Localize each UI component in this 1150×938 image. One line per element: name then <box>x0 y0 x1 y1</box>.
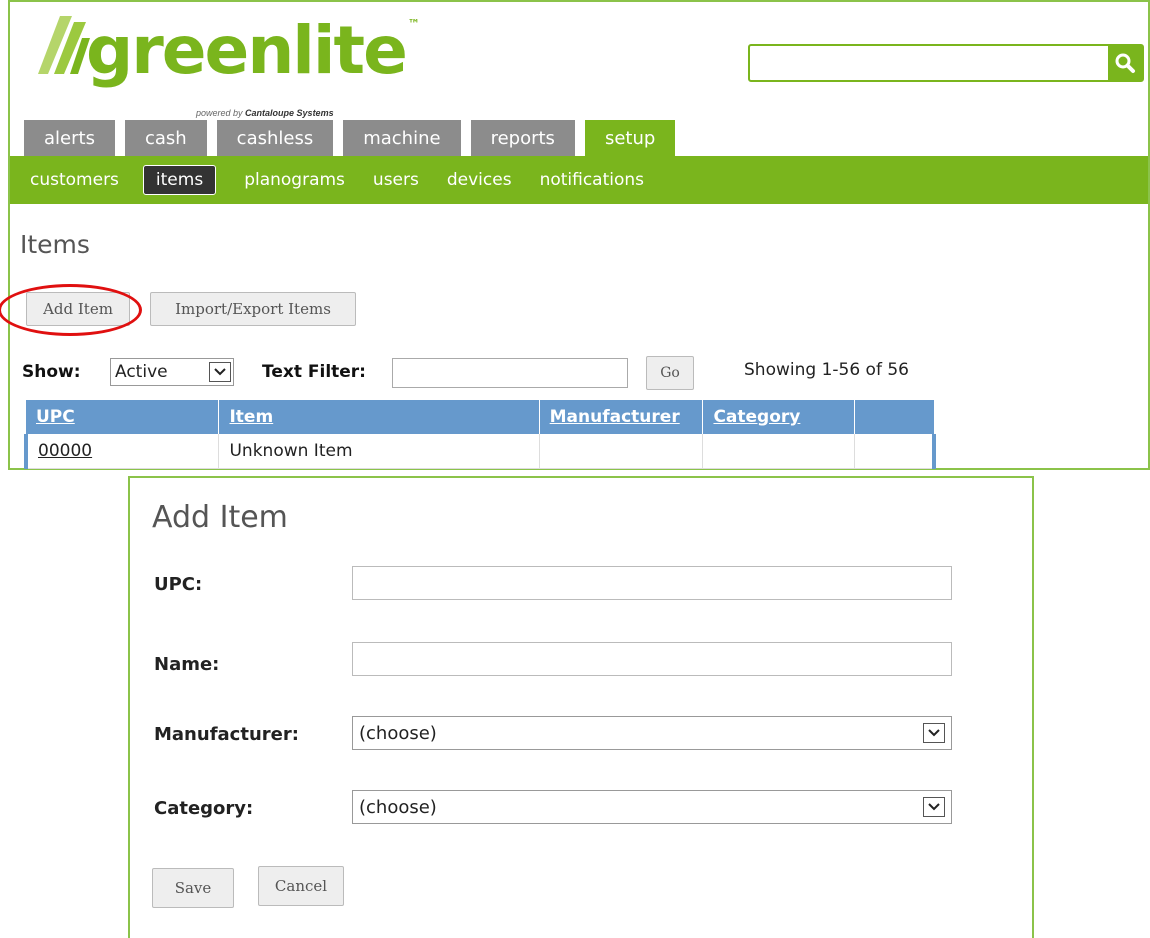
tab-cash[interactable]: cash <box>124 120 207 156</box>
category-select-value: (choose) <box>359 796 437 818</box>
cell-extra <box>854 434 937 469</box>
name-label: Name: <box>154 654 220 675</box>
show-select-value: Active <box>115 362 168 382</box>
col-item[interactable]: Item <box>218 400 540 434</box>
text-filter-label: Text Filter: <box>262 362 366 382</box>
logo-leaf-icon <box>38 16 90 74</box>
tab-machine[interactable]: machine <box>343 120 461 156</box>
col-manufacturer[interactable]: Manufacturer <box>539 400 704 434</box>
subnav-notifications[interactable]: notifications <box>540 165 644 195</box>
logo-trademark: ™ <box>407 17 420 31</box>
add-item-dialog: Add Item UPC: Name: Manufacturer: (choos… <box>128 476 1034 938</box>
manufacturer-select-value: (choose) <box>359 722 437 744</box>
table-row: 00000 Unknown Item <box>24 434 937 469</box>
search-icon <box>1115 53 1135 73</box>
subnav-devices[interactable]: devices <box>447 165 512 195</box>
tab-cashless[interactable]: cashless <box>216 120 334 156</box>
manufacturer-select[interactable]: (choose) <box>352 716 952 750</box>
tab-alerts[interactable]: alerts <box>24 120 115 156</box>
logo-tagline: powered by Cantaloupe Systems <box>196 108 334 118</box>
subnav-planograms[interactable]: planograms <box>244 165 345 195</box>
col-upc[interactable]: UPC <box>26 400 220 434</box>
category-select[interactable]: (choose) <box>352 790 952 824</box>
setup-sub-nav: customers items planograms users devices… <box>10 156 1148 204</box>
items-table: UPC Item Manufacturer Category 00000 Unk… <box>24 400 937 469</box>
chevron-down-icon <box>209 362 231 382</box>
chevron-down-icon <box>923 797 945 817</box>
cell-item: Unknown Item <box>218 434 540 469</box>
logo-name: greenlite <box>86 12 408 89</box>
show-label: Show: <box>22 362 81 382</box>
chevron-down-icon <box>923 723 945 743</box>
cell-category <box>702 434 856 469</box>
dialog-title: Add Item <box>152 500 288 535</box>
manufacturer-label: Manufacturer: <box>154 724 299 745</box>
highlight-circle <box>0 284 142 336</box>
subnav-customers[interactable]: customers <box>30 165 119 195</box>
show-select[interactable]: Active <box>110 358 234 386</box>
save-button[interactable]: Save <box>152 868 234 908</box>
cell-manufacturer <box>539 434 704 469</box>
upc-field[interactable] <box>352 566 952 600</box>
main-tabs: alerts cash cashless machine reports set… <box>24 120 685 156</box>
search-button[interactable] <box>1108 46 1142 80</box>
text-filter-input[interactable] <box>392 358 628 388</box>
tab-setup[interactable]: setup <box>584 120 676 156</box>
subnav-users[interactable]: users <box>373 165 419 195</box>
category-label: Category: <box>154 798 254 819</box>
page-title: Items <box>20 230 90 259</box>
upc-link[interactable]: 00000 <box>38 441 92 461</box>
logo-wordmark: greenlite ™ <box>86 18 420 84</box>
search-box <box>748 44 1144 82</box>
subnav-items[interactable]: items <box>142 165 217 195</box>
greenlite-logo[interactable]: greenlite ™ powered by Cantaloupe Systems <box>30 10 420 120</box>
logo-tagline-brand: Cantaloupe Systems <box>245 108 334 118</box>
cancel-button[interactable]: Cancel <box>258 866 344 906</box>
cell-upc: 00000 <box>24 434 220 469</box>
table-header-row: UPC Item Manufacturer Category <box>26 400 935 434</box>
name-field[interactable] <box>352 642 952 676</box>
import-export-button[interactable]: Import/Export Items <box>150 292 356 326</box>
col-extra <box>854 400 935 434</box>
go-button[interactable]: Go <box>646 356 694 390</box>
upc-label: UPC: <box>154 574 203 595</box>
col-category[interactable]: Category <box>702 400 856 434</box>
showing-count: Showing 1-56 of 56 <box>744 360 909 380</box>
logo-tagline-prefix: powered by <box>196 108 243 118</box>
filter-row: Show: Active Text Filter: Go Showing 1-5… <box>22 356 1142 390</box>
main-panel: greenlite ™ powered by Cantaloupe Systems… <box>0 0 1150 470</box>
tab-reports[interactable]: reports <box>470 120 575 156</box>
search-input[interactable] <box>750 46 1106 80</box>
